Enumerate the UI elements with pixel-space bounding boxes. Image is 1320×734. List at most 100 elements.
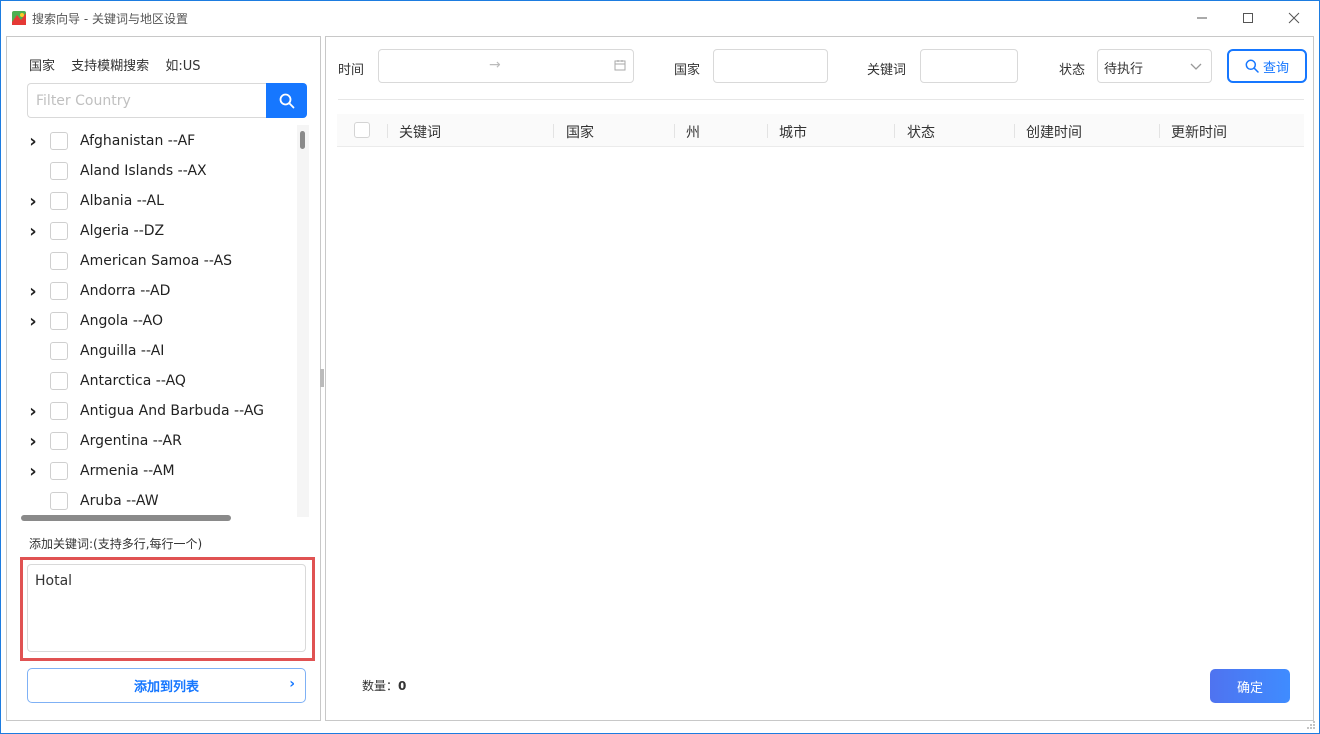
keyword-filter-field[interactable] xyxy=(920,49,1018,83)
tree-item[interactable]: › Antigua And Barbuda --AG xyxy=(19,396,299,426)
country-panel: 国家 支持模糊搜索 如:US › Afghanistan --AF ›Aland I… xyxy=(6,36,321,721)
minimize-button[interactable] xyxy=(1179,5,1225,31)
tree-item[interactable]: › Argentina --AR xyxy=(19,426,299,456)
tree-item-checkbox[interactable] xyxy=(50,312,68,330)
status-select-value: 待执行 xyxy=(1104,62,1144,77)
tree-vertical-scrollbar[interactable] xyxy=(297,125,309,517)
panel-splitter-handle[interactable] xyxy=(320,369,324,387)
chevron-down-icon xyxy=(1190,63,1202,70)
tree-item-checkbox[interactable] xyxy=(50,162,68,180)
header-separator xyxy=(553,124,554,138)
column-city[interactable]: 城市 xyxy=(779,122,807,142)
tree-item[interactable]: › Afghanistan --AF xyxy=(19,126,299,156)
hint-country: 国家 xyxy=(29,59,56,74)
title-bar: 搜索向导 - 关键词与地区设置 xyxy=(1,1,1319,35)
record-count: 数量：0 xyxy=(362,677,406,694)
country-filter-field[interactable] xyxy=(713,49,828,83)
tree-item-checkbox[interactable] xyxy=(50,432,68,450)
tree-item-checkbox[interactable] xyxy=(50,402,68,420)
tree-item[interactable]: ›Aland Islands --AX xyxy=(19,156,299,186)
app-window: 搜索向导 - 关键词与地区设置 国家 支持模糊搜索 如:US › Afghanis… xyxy=(0,0,1320,734)
tree-item[interactable]: › Algeria --DZ xyxy=(19,216,299,246)
tree-item-checkbox[interactable] xyxy=(50,132,68,150)
chevron-right-icon[interactable]: › xyxy=(19,311,47,332)
status-select[interactable]: 待执行 xyxy=(1097,49,1212,83)
status-filter-label: 状态 xyxy=(1059,63,1086,78)
keyword-textarea[interactable] xyxy=(27,564,306,652)
chevron-right-icon[interactable]: › xyxy=(19,191,47,212)
tree-item[interactable]: ›American Samoa --AS xyxy=(19,246,299,276)
chevron-right-icon[interactable]: › xyxy=(19,461,47,482)
tree-item[interactable]: ›Aruba --AW xyxy=(19,486,299,516)
column-status[interactable]: 状态 xyxy=(907,122,935,142)
tree-item[interactable]: › Armenia --AM xyxy=(19,456,299,486)
window-title: 搜索向导 - 关键词与地区设置 xyxy=(32,12,188,26)
confirm-button[interactable]: 确定 xyxy=(1210,669,1290,703)
add-to-list-button[interactable]: 添加到列表 › xyxy=(27,668,306,703)
tree-item-label: Anguilla --AI xyxy=(80,343,165,359)
tree-item-label: Antarctica --AQ xyxy=(80,373,186,389)
tree-item[interactable]: › Angola --AO xyxy=(19,306,299,336)
tree-item[interactable]: › Albania --AL xyxy=(19,186,299,216)
results-panel: 时间 → 国家 关键词 状态 待执行 查询 关键词 国家 州 城市 状态 创建时… xyxy=(325,36,1314,721)
chevron-right-icon[interactable]: › xyxy=(19,221,47,242)
arrow-right-icon: → xyxy=(489,57,501,73)
column-country[interactable]: 国家 xyxy=(566,122,594,142)
tree-item-checkbox[interactable] xyxy=(50,282,68,300)
header-separator xyxy=(387,124,388,138)
tree-item-checkbox[interactable] xyxy=(50,372,68,390)
chevron-right-icon[interactable]: › xyxy=(19,431,47,452)
column-created-time[interactable]: 创建时间 xyxy=(1026,122,1082,142)
header-separator xyxy=(1159,124,1160,138)
tree-item-checkbox[interactable] xyxy=(50,342,68,360)
tree-item-checkbox[interactable] xyxy=(50,252,68,270)
tree-vertical-scroll-thumb[interactable] xyxy=(300,131,305,149)
confirm-button-label: 确定 xyxy=(1236,680,1263,696)
tree-item[interactable]: ›Anguilla --AI xyxy=(19,336,299,366)
record-count-value: 0 xyxy=(398,679,407,693)
search-icon xyxy=(1245,59,1259,73)
time-filter-label: 时间 xyxy=(338,63,365,78)
country-hint: 国家 支持模糊搜索 如:US xyxy=(29,55,212,74)
column-updated-time[interactable]: 更新时间 xyxy=(1171,122,1227,142)
time-range-picker[interactable]: → xyxy=(378,49,634,83)
tree-item-checkbox[interactable] xyxy=(50,222,68,240)
tree-item-label: Aruba --AW xyxy=(80,493,159,509)
app-logo-icon xyxy=(12,11,26,25)
maximize-button[interactable] xyxy=(1225,5,1271,31)
chevron-right-icon: › xyxy=(289,676,295,692)
chevron-right-icon[interactable]: › xyxy=(19,401,47,422)
tree-item-label: Andorra --AD xyxy=(80,283,171,299)
column-state[interactable]: 州 xyxy=(686,122,700,142)
header-separator xyxy=(894,124,895,138)
search-icon xyxy=(279,93,294,108)
table-header: 关键词 国家 州 城市 状态 创建时间 更新时间 xyxy=(337,114,1304,147)
country-filter-input[interactable] xyxy=(27,83,267,118)
tree-item-label: Antigua And Barbuda --AG xyxy=(80,403,264,419)
tree-item-checkbox[interactable] xyxy=(50,492,68,510)
tree-item-label: Albania --AL xyxy=(80,193,164,209)
chevron-right-icon[interactable]: › xyxy=(19,131,47,152)
tree-item[interactable]: ›Antarctica --AQ xyxy=(19,366,299,396)
filter-divider xyxy=(338,99,1304,100)
resize-grip-icon[interactable] xyxy=(1306,720,1316,730)
minimize-icon xyxy=(1197,17,1207,19)
tree-item-checkbox[interactable] xyxy=(50,192,68,210)
tree-item-label: Argentina --AR xyxy=(80,433,182,449)
select-all-checkbox[interactable] xyxy=(354,122,370,138)
tree-item[interactable]: › Andorra --AD xyxy=(19,276,299,306)
close-button[interactable] xyxy=(1271,5,1317,31)
query-button-label: 查询 xyxy=(1262,60,1289,76)
tree-item-checkbox[interactable] xyxy=(50,462,68,480)
keyword-input-label: 添加关键词:(支持多行,每行一个) xyxy=(29,537,203,551)
header-separator xyxy=(1014,124,1015,138)
query-button[interactable]: 查询 xyxy=(1227,49,1307,83)
country-search-button[interactable] xyxy=(266,83,307,118)
header-separator xyxy=(674,124,675,138)
country-tree: › Afghanistan --AF ›Aland Islands --AX › Alb… xyxy=(19,125,309,525)
tree-horizontal-scroll-thumb[interactable] xyxy=(21,515,231,521)
country-filter-label: 国家 xyxy=(674,63,701,78)
column-keyword[interactable]: 关键词 xyxy=(399,122,441,142)
tree-item-label: Afghanistan --AF xyxy=(80,133,196,149)
chevron-right-icon[interactable]: › xyxy=(19,281,47,302)
